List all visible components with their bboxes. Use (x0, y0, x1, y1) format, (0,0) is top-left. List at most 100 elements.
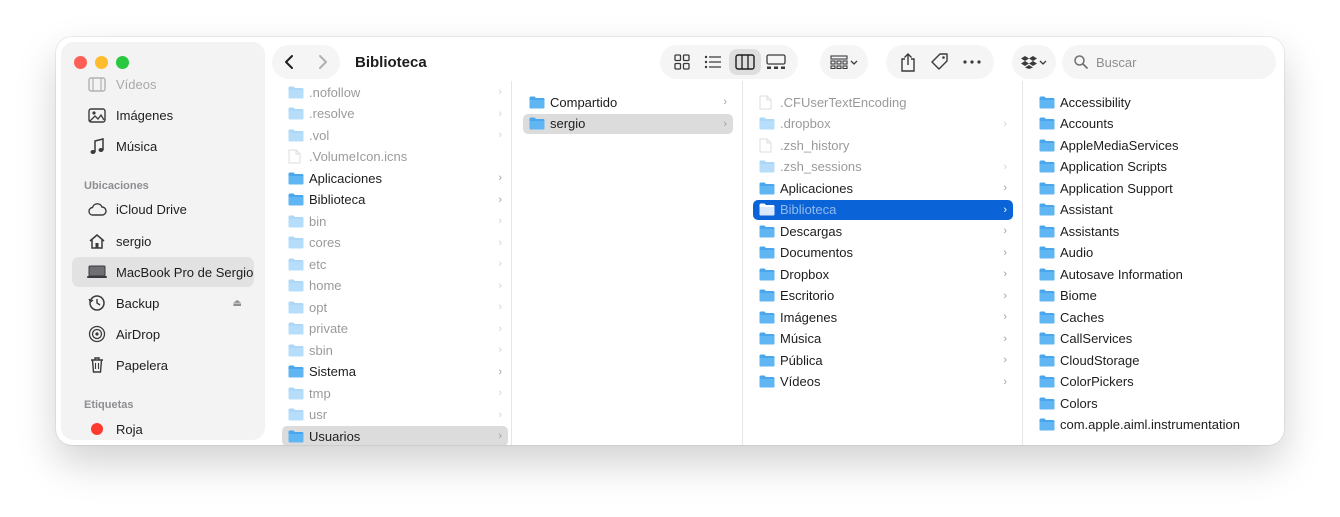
folder-row[interactable]: Documentos › (753, 243, 1013, 263)
folder-row[interactable]: Vídeos › (753, 372, 1013, 392)
folder-row[interactable]: .nofollow › (282, 82, 508, 102)
folder-icon (759, 203, 775, 216)
folder-row[interactable]: Compartido › (523, 92, 733, 112)
folder-row[interactable]: opt › (282, 297, 508, 317)
airdrop-icon (86, 325, 108, 343)
folder-row[interactable]: private › (282, 319, 508, 339)
item-name: com.apple.aiml.instrumentation (1060, 417, 1240, 432)
gallery-view-button[interactable] (761, 49, 793, 75)
back-button[interactable] (272, 45, 306, 79)
folder-row[interactable]: Aplicaciones › (282, 168, 508, 188)
zoom-window-button[interactable] (116, 56, 129, 69)
chevron-right-icon: › (498, 322, 502, 335)
folder-row[interactable]: CloudStorage (1033, 350, 1273, 370)
folder-row[interactable]: ColorPickers (1033, 372, 1273, 392)
folder-row[interactable]: sergio › (523, 113, 733, 134)
folder-row[interactable]: Descargas › (753, 221, 1013, 241)
file-row[interactable]: .CFUserTextEncoding (753, 92, 1013, 112)
item-name: .zsh_sessions (780, 159, 862, 174)
folder-row[interactable]: Dropbox › (753, 264, 1013, 284)
folder-row[interactable]: sbin › (282, 340, 508, 360)
sidebar-item-imagenes[interactable]: Imágenes (72, 100, 254, 130)
sidebar-item-musica[interactable]: Música (72, 131, 254, 161)
item-name: Application Support (1060, 180, 1173, 196)
list-view-button[interactable] (698, 49, 730, 75)
eject-icon[interactable]: ⏏ (233, 298, 242, 309)
item-name: sbin (309, 342, 333, 358)
sidebar-item-macbook[interactable]: MacBook Pro de Sergio (72, 257, 254, 287)
folder-row[interactable]: AppleMediaServices (1033, 135, 1273, 155)
folder-icon (1039, 182, 1055, 195)
finder-window: Vídeos Imágenes Música Ubicaciones iClou… (56, 37, 1284, 445)
sidebar-item-icloud-drive[interactable]: iCloud Drive (72, 194, 254, 224)
folder-row[interactable]: .dropbox › (753, 114, 1013, 134)
chevron-right-icon: › (498, 193, 502, 206)
house-icon (86, 232, 108, 250)
sidebar-item-papelera[interactable]: Papelera (72, 350, 254, 380)
folder-row[interactable]: Biblioteca › (282, 190, 508, 210)
folder-row[interactable]: Autosave Information (1033, 264, 1273, 284)
chevron-right-icon: › (498, 301, 502, 313)
item-name: Application Scripts (1060, 159, 1167, 174)
column-view-button[interactable] (729, 49, 761, 75)
folder-row[interactable]: Biblioteca › (753, 199, 1013, 220)
tag-button[interactable] (924, 49, 956, 75)
folder-row[interactable]: cores › (282, 233, 508, 253)
folder-row[interactable]: bin › (282, 211, 508, 231)
sidebar-item-videos[interactable]: Vídeos (72, 69, 254, 99)
item-name: Assistants (1060, 223, 1120, 239)
folder-row[interactable]: CallServices (1033, 329, 1273, 349)
chevron-right-icon: › (1003, 311, 1007, 323)
folder-row[interactable]: Escritorio › (753, 286, 1013, 306)
folder-row[interactable]: Sistema › (282, 362, 508, 382)
folder-row[interactable]: Aplicaciones › (753, 178, 1013, 198)
folder-row[interactable]: Application Scripts (1033, 157, 1273, 177)
folder-row[interactable]: Accessibility (1033, 92, 1273, 112)
list-icon (705, 55, 722, 69)
close-window-button[interactable] (74, 56, 87, 69)
sidebar-item-tag-roja[interactable]: Roja (72, 414, 254, 439)
folder-row[interactable]: Assistant (1033, 200, 1273, 220)
folder-row[interactable]: Assistants (1033, 221, 1273, 241)
folder-row[interactable]: Música › (753, 329, 1013, 349)
minimize-window-button[interactable] (95, 56, 108, 69)
folder-icon (759, 268, 775, 281)
icon-view-button[interactable] (666, 49, 698, 75)
sidebar-item-sergio[interactable]: sergio (72, 226, 254, 256)
folder-row[interactable]: Imágenes › (753, 307, 1013, 327)
item-name: Biblioteca (780, 202, 837, 217)
folder-row[interactable]: com.apple.aiml.instrumentation (1033, 415, 1273, 435)
dropbox-menu[interactable] (1012, 45, 1056, 79)
folder-icon (288, 236, 304, 249)
folder-row[interactable]: .resolve › (282, 104, 508, 124)
folder-icon (759, 160, 775, 173)
folder-row[interactable]: tmp › (282, 383, 508, 403)
more-button[interactable] (956, 49, 988, 75)
file-icon (288, 149, 304, 164)
item-name: opt (309, 299, 328, 315)
folder-row[interactable]: Audio (1033, 243, 1273, 263)
folder-row[interactable]: Pública › (753, 350, 1013, 370)
folder-row[interactable]: Application Support (1033, 178, 1273, 198)
folder-row[interactable]: Biome (1033, 286, 1273, 306)
search-input[interactable] (1096, 54, 1256, 70)
folder-row[interactable]: .vol › (282, 125, 508, 145)
folder-row[interactable]: .zsh_sessions › (753, 157, 1013, 177)
folder-row[interactable]: Accounts (1033, 114, 1273, 134)
file-row[interactable]: .VolumeIcon.icns (282, 147, 508, 167)
folder-row[interactable]: etc › (282, 254, 508, 274)
folder-icon (759, 289, 775, 302)
group-by-menu[interactable] (820, 45, 868, 79)
item-name: Imágenes (780, 309, 838, 325)
file-row[interactable]: .zsh_history (753, 135, 1013, 155)
sidebar-item-airdrop[interactable]: AirDrop (72, 319, 254, 349)
folder-row[interactable]: usr › (282, 405, 508, 425)
forward-button[interactable] (306, 45, 340, 79)
share-button[interactable] (892, 49, 924, 75)
folder-row[interactable]: Usuarios › (282, 426, 508, 445)
folder-row[interactable]: Colors (1033, 393, 1273, 413)
sidebar-item-backup[interactable]: Backup ⏏ (72, 288, 254, 318)
folder-row[interactable]: home › (282, 276, 508, 296)
search-field[interactable] (1062, 45, 1276, 79)
folder-row[interactable]: Caches (1033, 307, 1273, 327)
